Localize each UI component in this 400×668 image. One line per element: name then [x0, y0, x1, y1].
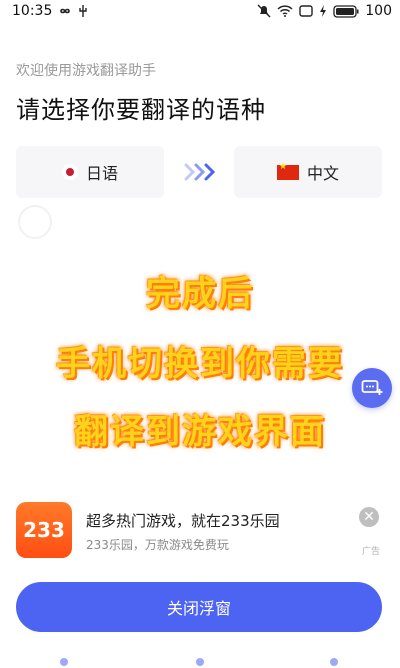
floating-translate-button[interactable]	[352, 368, 392, 408]
chevrons-right-icon	[183, 160, 217, 184]
ad-close-icon[interactable]: ✕	[359, 507, 379, 527]
screen-icon	[299, 5, 313, 17]
ad-logo-text: 233	[23, 518, 65, 542]
target-language-selector[interactable]: 中文	[234, 146, 382, 198]
charging-icon	[319, 5, 327, 17]
ad-app-logo: 233	[16, 502, 72, 558]
target-language-label: 中文	[306, 164, 339, 183]
usb-icon	[78, 4, 88, 18]
status-right: 100	[257, 3, 392, 19]
ad-title: 超多热门游戏，就在233乐园	[86, 512, 280, 530]
source-language-label: 日语	[85, 164, 118, 183]
status-bar: 10:35 100	[0, 0, 400, 26]
status-time: 10:35	[12, 3, 53, 19]
battery-level: 100	[365, 3, 392, 19]
overlay-text-line2: 手机切换到你需要	[56, 344, 344, 384]
ad-banner[interactable]: 233 超多热门游戏，就在233乐园 233乐园，万款游戏免费玩 ✕ 广告	[16, 502, 384, 564]
welcome-subtitle: 欢迎使用游戏翻译助手	[16, 63, 156, 79]
bottom-nav-hint	[196, 658, 204, 666]
japan-flag-icon	[61, 164, 78, 180]
china-flag-icon	[276, 162, 299, 180]
page-title: 请选择你要翻译的语种	[16, 96, 266, 124]
bottom-nav-hint	[330, 658, 338, 666]
close-float-window-button[interactable]: 关闭浮窗	[16, 582, 382, 632]
chat-add-icon	[361, 379, 383, 397]
overlay-text-line1: 完成后	[146, 274, 254, 314]
ad-subtitle: 233乐园，万款游戏免费玩	[86, 538, 229, 552]
source-language-selector[interactable]: 日语	[16, 146, 164, 198]
bottom-nav-hint	[60, 658, 68, 666]
wifi-icon	[277, 5, 293, 17]
infinity-icon	[57, 6, 73, 16]
battery-icon	[333, 4, 359, 18]
status-left: 10:35	[12, 3, 88, 19]
mute-icon	[257, 4, 271, 18]
overlay-text-line3: 翻译到游戏界面	[74, 412, 326, 452]
faint-circle-decoration	[18, 205, 52, 239]
ad-badge: 广告	[362, 547, 381, 557]
